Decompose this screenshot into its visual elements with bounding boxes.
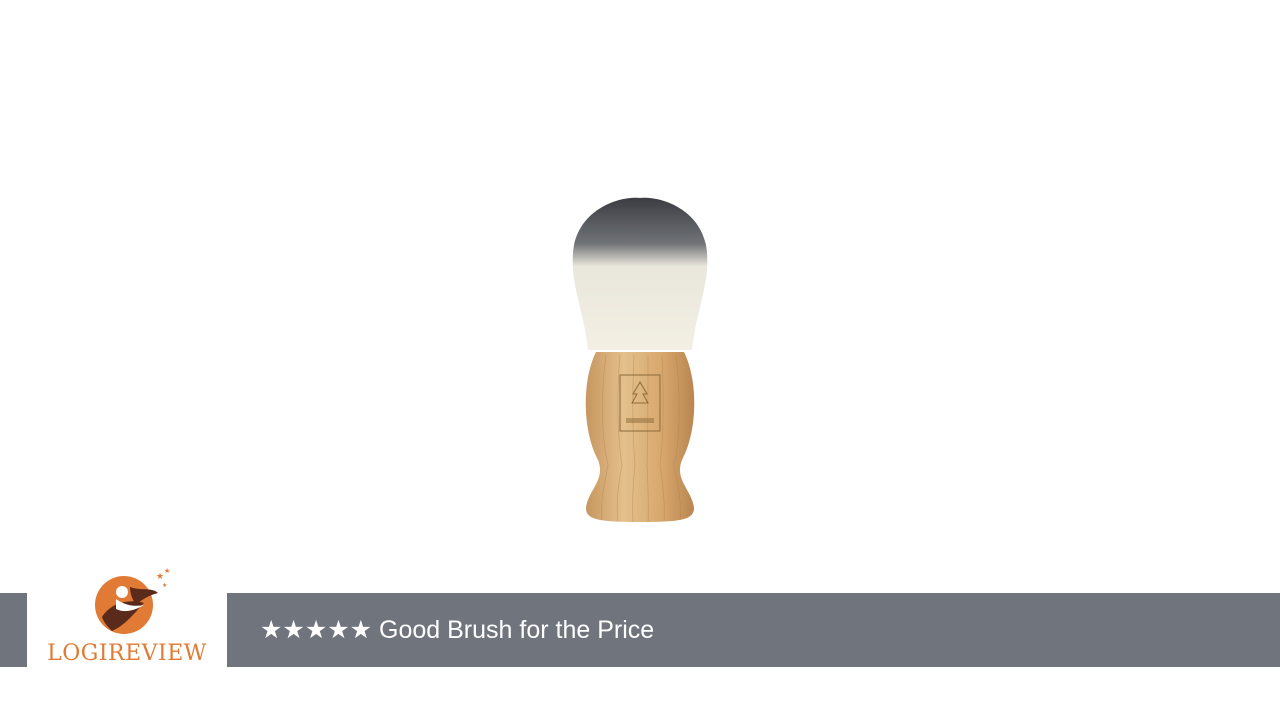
review-title: ★★★★★ Good Brush for the Price: [260, 615, 654, 645]
review-title-text: Good Brush for the Price: [379, 616, 655, 644]
review-title-banner: ★★★★★ Good Brush for the Price: [227, 593, 1280, 667]
logo: ★ ★ ★ LOGIREVIEW: [27, 565, 227, 675]
logo-text: LOGIREVIEW: [47, 641, 207, 666]
star-rating: ★★★★★: [260, 616, 373, 644]
product-image: [560, 190, 720, 530]
shaving-brush-icon: [572, 197, 708, 523]
logireview-logo-icon: ★ ★ ★: [95, 567, 170, 634]
svg-text:★: ★: [156, 572, 164, 582]
svg-text:★: ★: [162, 582, 167, 589]
banner-left-strip: [0, 593, 27, 667]
svg-text:★: ★: [164, 567, 170, 575]
